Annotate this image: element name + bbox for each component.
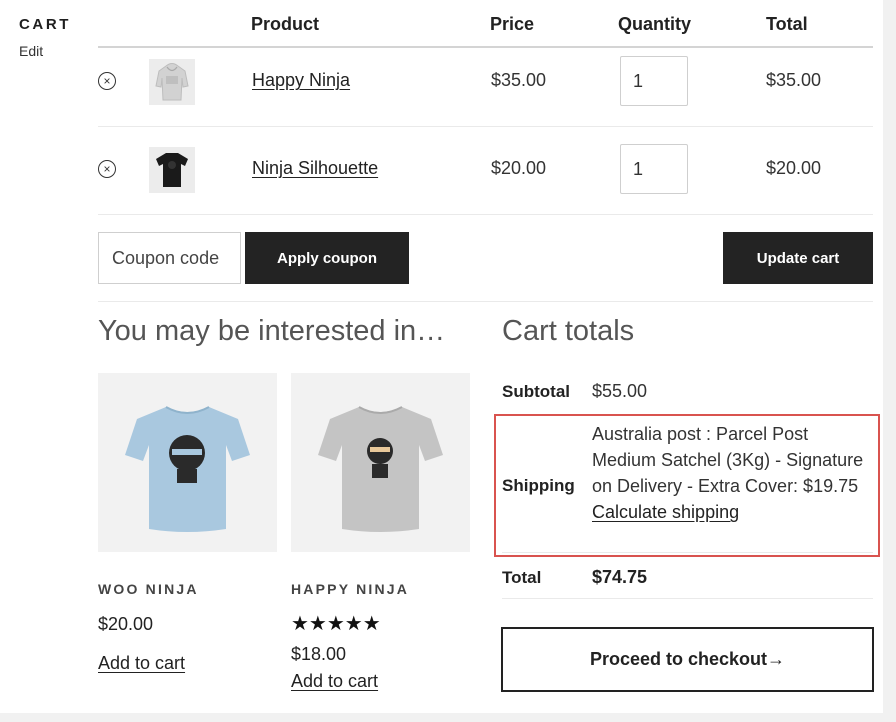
proceed-to-checkout-button[interactable]: Proceed to checkout→ — [501, 627, 874, 692]
product-price: $20.00 — [98, 614, 154, 634]
totals-divider — [502, 598, 873, 599]
shipping-details: Australia post : Parcel Post Medium Satc… — [592, 421, 877, 525]
shipping-method: Australia post : Parcel Post Medium Satc… — [592, 424, 864, 496]
row-divider — [98, 126, 873, 127]
update-cart-button[interactable]: Update cart — [723, 232, 873, 284]
product-price: $18.00 — [291, 644, 347, 664]
product-thumbnail[interactable] — [149, 147, 195, 193]
product-image[interactable] — [98, 373, 277, 552]
apply-coupon-button[interactable]: Apply coupon — [245, 232, 409, 284]
product-price: $35.00 — [491, 70, 547, 90]
add-to-cart-button[interactable]: Add to cart — [98, 653, 185, 674]
subtotal-label: Subtotal — [502, 382, 570, 401]
coupon-input[interactable] — [98, 232, 241, 284]
column-header-quantity: Quantity — [618, 14, 692, 34]
product-name-link[interactable]: Ninja Silhouette — [252, 158, 378, 179]
subtotal-value: $55.00 — [592, 381, 648, 401]
tshirt-icon — [156, 153, 188, 187]
edit-link[interactable]: Edit — [19, 43, 43, 59]
product-price: $20.00 — [491, 158, 547, 178]
cart-panel: CART Edit Product Price Quantity Total ×… — [0, 0, 883, 713]
remove-item-icon[interactable]: × — [98, 72, 116, 90]
product-name-link[interactable]: Happy Ninja — [252, 70, 350, 91]
column-header-price: Price — [490, 14, 535, 34]
tshirt-icon — [125, 406, 250, 532]
quantity-input[interactable] — [620, 56, 688, 106]
line-total: $35.00 — [766, 70, 822, 90]
product-image[interactable] — [291, 373, 470, 552]
quantity-input[interactable] — [620, 144, 688, 194]
product-title[interactable]: HAPPY NINJA — [291, 581, 409, 597]
product-thumbnail[interactable] — [149, 59, 195, 105]
calculate-shipping-link[interactable]: Calculate shipping — [592, 499, 877, 525]
rating-stars-icon: ★★★★★ — [291, 613, 381, 635]
row-divider — [98, 214, 873, 215]
product-title[interactable]: WOO NINJA — [98, 581, 199, 597]
add-to-cart-button[interactable]: Add to cart — [291, 671, 378, 692]
section-divider — [98, 301, 873, 302]
page-title: CART — [19, 16, 72, 33]
tshirt-icon — [318, 406, 443, 532]
total-value: $74.75 — [592, 567, 648, 587]
cross-sells-heading: You may be interested in… — [98, 315, 446, 347]
column-header-total: Total — [766, 14, 808, 34]
cart-totals-heading: Cart totals — [502, 315, 635, 347]
totals-divider — [502, 552, 873, 553]
hoodie-icon — [155, 63, 189, 101]
total-label: Total — [502, 568, 542, 587]
remove-item-icon[interactable]: × — [98, 160, 116, 178]
line-total: $20.00 — [766, 158, 822, 178]
header-divider — [98, 46, 873, 48]
shipping-label: Shipping — [502, 476, 575, 495]
column-header-product: Product — [251, 14, 320, 34]
